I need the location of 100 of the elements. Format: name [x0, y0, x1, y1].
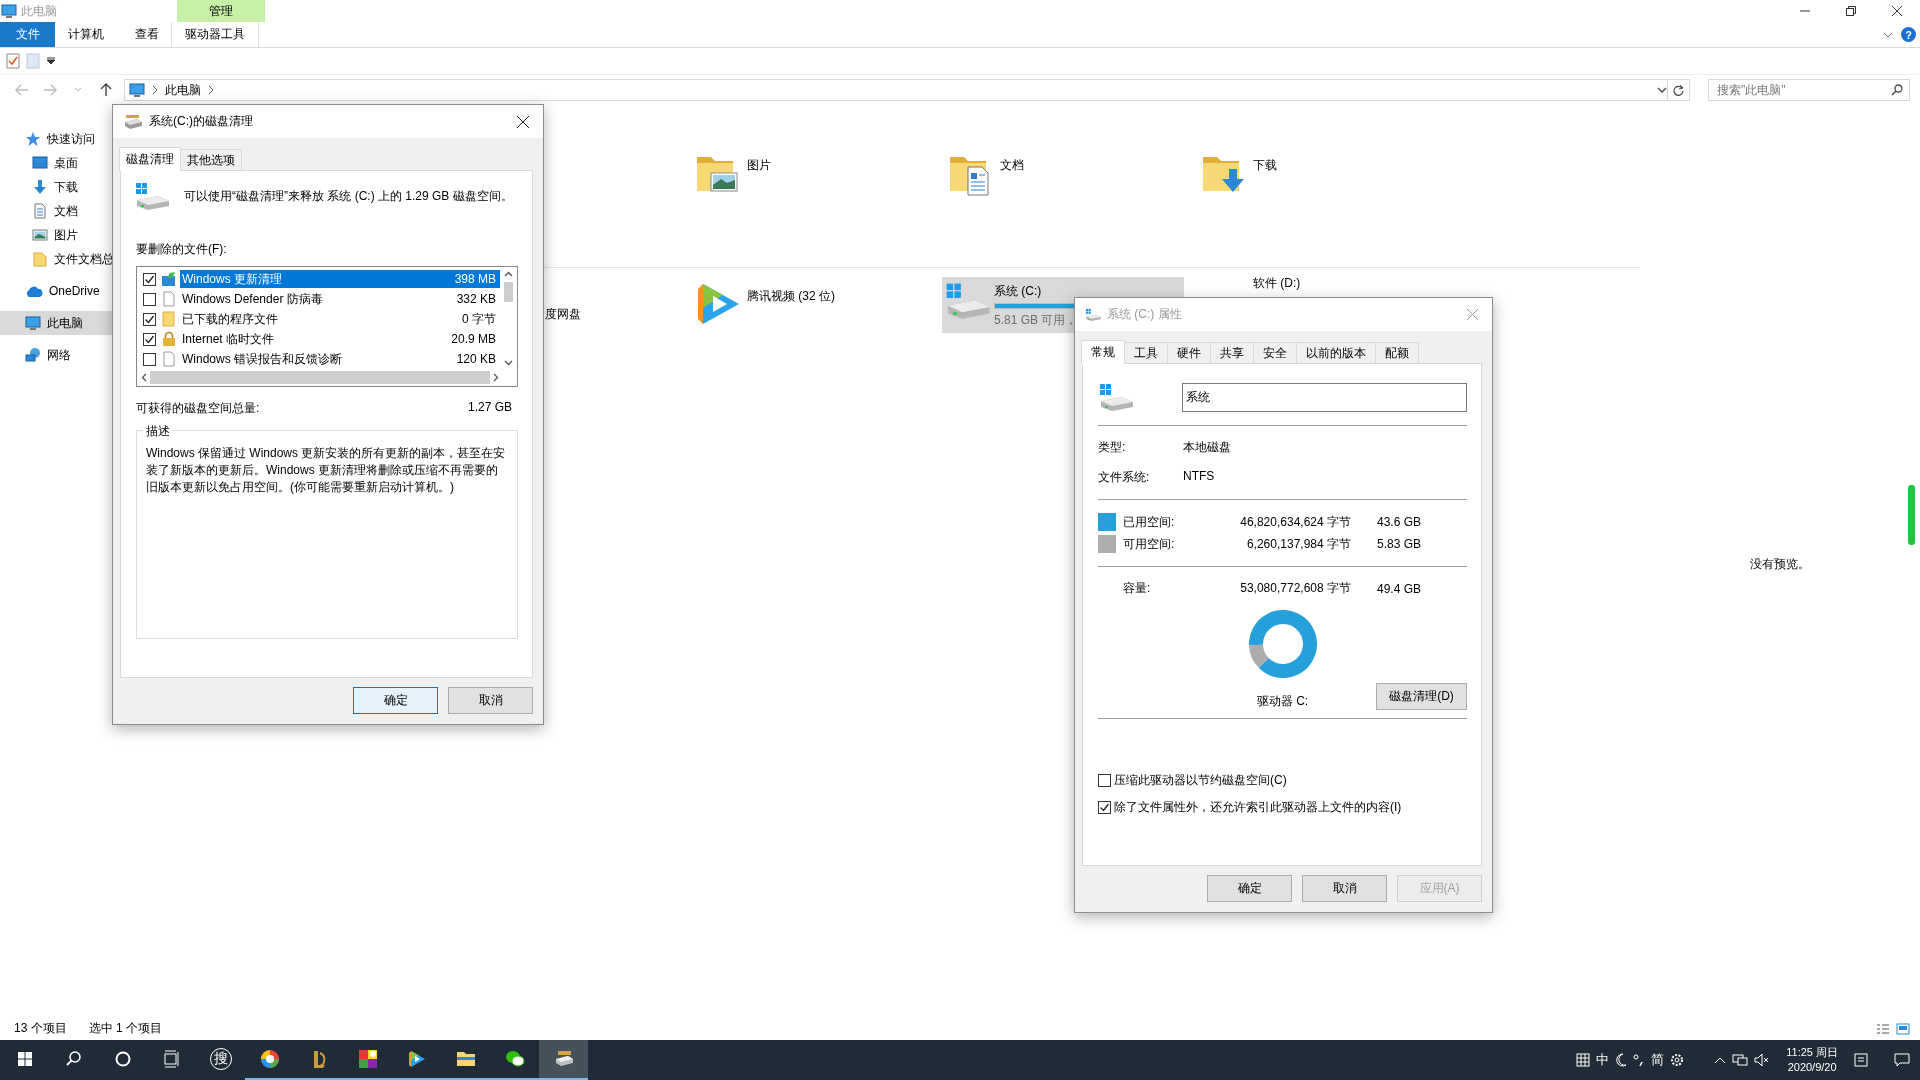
checkbox[interactable]: [143, 292, 156, 306]
free-space-text: 5.81 GB 可用，: [994, 312, 1078, 329]
window-title: 此电脑: [21, 2, 57, 20]
cloud-icon: [25, 284, 43, 298]
scroll-right-icon[interactable]: [493, 373, 499, 382]
ime-mode[interactable]: 简: [1651, 1051, 1665, 1069]
total-label: 可获得的磁盘空间总量:: [136, 400, 260, 417]
dialog-button[interactable]: 确定: [353, 687, 438, 714]
byte-count: 46,820,634,624 字节: [1239, 513, 1351, 531]
ribbon-tab[interactable]: 驱动器工具: [171, 22, 259, 47]
byte-count: 6,260,137,984 字节: [1245, 535, 1351, 553]
checkbox[interactable]: [143, 352, 156, 366]
notes-icon[interactable]: [1854, 1053, 1868, 1067]
nav-item[interactable]: 文档: [0, 199, 159, 223]
computer-icon: [1, 3, 17, 19]
ribbon-tab[interactable]: 文件: [0, 22, 55, 47]
field-label: 文件系统:: [1098, 469, 1151, 486]
file-row[interactable]: Windows 更新清理 398 MB: [180, 270, 500, 288]
nav-item[interactable]: 网络: [0, 343, 159, 367]
notification-icon[interactable]: [1894, 1053, 1910, 1067]
dialog-title: 系统 (C:) 属性: [1107, 306, 1182, 323]
ime-mode[interactable]: 中: [1596, 1051, 1610, 1069]
blank-file-icon: [161, 291, 177, 307]
size-value: 43.6 GB: [1377, 515, 1423, 529]
file-row[interactable]: Internet 临时文件 20.9 MB: [180, 330, 500, 348]
field-label: 容量:: [1122, 580, 1152, 597]
file-row[interactable]: Windows 错误报告和反馈诊断 120 KB: [180, 350, 500, 368]
dialog-tab[interactable]: 其他选项: [180, 149, 242, 170]
dialog-tab[interactable]: 配额: [1375, 342, 1419, 363]
folder-label[interactable]: 下载: [1253, 149, 1277, 174]
close-icon: [517, 115, 529, 128]
checkbox-label[interactable]: 压缩此驱动器以节约磁盘空间(C): [1114, 772, 1287, 789]
checkbox[interactable]: [1098, 801, 1111, 814]
scroll-down-icon[interactable]: [504, 360, 513, 366]
punctuation-icon[interactable]: [1633, 1053, 1646, 1067]
volume-muted-icon[interactable]: [1754, 1053, 1771, 1067]
ribbon-expand-icon[interactable]: [1883, 31, 1893, 38]
clock[interactable]: 11:25 周日 2020/9/20: [1786, 1045, 1838, 1075]
up-arrow-icon: [100, 83, 112, 97]
checkbox[interactable]: [143, 312, 156, 326]
checkbox-label[interactable]: 除了文件属性外，还允许索引此驱动器上文件的内容(I): [1114, 799, 1402, 816]
disk-cleanup-icon[interactable]: [539, 1040, 588, 1080]
dialog-button[interactable]: 取消: [448, 687, 533, 714]
moon-icon[interactable]: [1615, 1053, 1628, 1067]
properties-icon[interactable]: [6, 53, 20, 69]
drive-label[interactable]: 软件 (D:): [1253, 276, 1301, 290]
folder-label[interactable]: 文档: [1000, 149, 1024, 174]
list-label: 要删除的文件(F):: [136, 241, 228, 258]
computer-icon: [129, 82, 145, 98]
checkbox[interactable]: [1098, 774, 1111, 787]
dialog-tab[interactable]: 磁盘清理: [119, 147, 181, 171]
ribbon-tab[interactable]: 计算机: [55, 22, 116, 47]
chevron-up-icon[interactable]: [1714, 1056, 1727, 1064]
drive-icon: [1098, 382, 1134, 412]
field-label: 已用空间:: [1122, 513, 1176, 531]
size-value: 5.83 GB: [1377, 537, 1423, 551]
context-tab-header: 管理: [177, 0, 265, 22]
nav-item[interactable]: OneDrive: [0, 279, 159, 303]
edge-indicator: [1908, 485, 1915, 545]
volume-name-field[interactable]: 系统: [1182, 382, 1467, 412]
nav-item[interactable]: 下载: [0, 175, 159, 199]
checkbox[interactable]: [143, 272, 156, 286]
document-icon: [32, 203, 48, 219]
file-row[interactable]: Windows Defender 防病毒 332 KB: [180, 290, 500, 308]
history-dropdown-icon[interactable]: [1657, 86, 1667, 94]
folder-icon: [161, 311, 177, 327]
large-icons-view-icon[interactable]: [1896, 1022, 1910, 1035]
settings-icon[interactable]: [1670, 1053, 1685, 1067]
drive-icon: [1085, 307, 1101, 322]
preview-message: 没有预览。: [1750, 556, 1810, 573]
ime-grid-icon[interactable]: [1576, 1053, 1591, 1067]
intro-text: 可以使用“磁盘清理”来释放 系统 (C:) 上的 1.29 GB 磁盘空间。: [184, 187, 513, 205]
scrollbar-thumb[interactable]: [150, 371, 490, 384]
search-field[interactable]: 搜索"此电脑": [1708, 79, 1910, 101]
search-icon: [1891, 84, 1903, 96]
download-arrow-icon: [32, 179, 48, 195]
help-button[interactable]: ?: [1901, 27, 1916, 42]
scroll-left-icon[interactable]: [141, 373, 147, 382]
file-row[interactable]: 已下载的程序文件 0 字节: [180, 310, 500, 328]
scroll-up-icon[interactable]: [504, 271, 513, 277]
folder-label[interactable]: 图片: [747, 149, 771, 174]
item-label[interactable]: 腾讯视频 (32 位): [747, 280, 835, 305]
group-legend: 描述: [143, 423, 173, 440]
size-value: 49.4 GB: [1377, 581, 1423, 596]
computer-icon: [25, 315, 41, 331]
update-icon: [161, 271, 177, 287]
dialog-title: 系统(C:)的磁盘清理: [149, 113, 253, 130]
status-text: 13 个项目: [14, 1020, 67, 1037]
dialog-tab[interactable]: 常规: [1081, 340, 1125, 364]
item-label[interactable]: 度网盘: [545, 307, 581, 321]
address-bar[interactable]: 此电脑: [124, 79, 1690, 101]
scrollbar-thumb[interactable]: [504, 282, 513, 302]
dialog-button[interactable]: 取消: [1302, 875, 1387, 902]
checkbox[interactable]: [143, 332, 156, 346]
breadcrumb[interactable]: 此电脑: [165, 81, 201, 99]
close-icon: [1466, 309, 1478, 320]
customize-dropdown-icon[interactable]: [46, 57, 56, 65]
network-icon[interactable]: [1732, 1053, 1749, 1067]
dialog-button[interactable]: 确定: [1207, 875, 1292, 902]
disk-cleanup-button[interactable]: 磁盘清理(D): [1376, 683, 1467, 710]
